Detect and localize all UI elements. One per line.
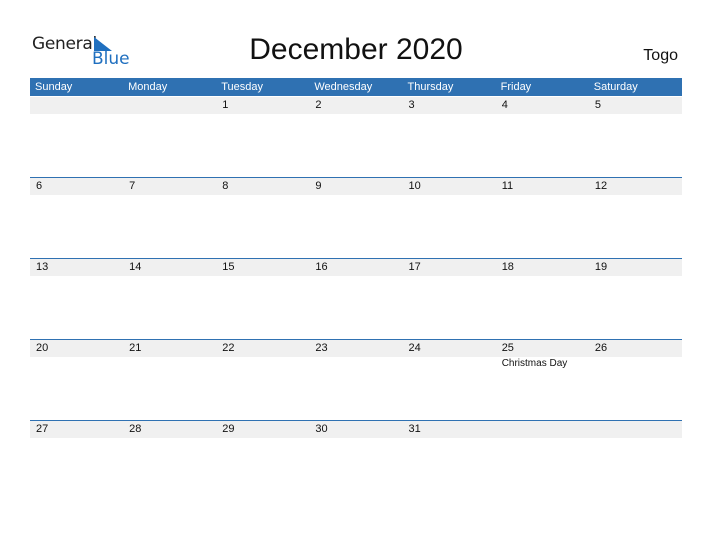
week-row: 1 2 3 4 5	[30, 97, 682, 178]
holiday-label: Christmas Day	[501, 358, 568, 369]
day-cell: 14	[123, 258, 216, 339]
day-cell: 28	[123, 420, 216, 501]
day-cell: 26	[589, 339, 682, 420]
day-number: 14	[129, 261, 142, 273]
day-cell: 27	[30, 420, 123, 501]
day-cell: 13	[30, 258, 123, 339]
day-cell: 17	[403, 258, 496, 339]
day-cell: 3	[403, 97, 496, 178]
day-number: 8	[222, 180, 229, 192]
day-number: 25	[501, 342, 514, 354]
day-cell: 25 Christmas Day	[496, 339, 589, 420]
day-cell	[123, 97, 216, 178]
day-number: 10	[408, 180, 421, 192]
weekday-tuesday: Tuesday	[221, 81, 264, 93]
day-cell: 16	[309, 258, 402, 339]
day-number: 18	[501, 261, 514, 273]
day-number: 28	[129, 423, 142, 435]
day-cell: 18	[496, 258, 589, 339]
week-row: 13 14 15 16 17 18 19	[30, 258, 682, 339]
weekday-sunday: Sunday	[35, 81, 73, 93]
day-cell: 22	[216, 339, 309, 420]
day-number: 9	[315, 180, 322, 192]
day-number: 23	[315, 342, 328, 354]
day-cell: 21	[123, 339, 216, 420]
weekday-friday: Friday	[500, 81, 532, 93]
day-number: 6	[36, 180, 43, 192]
day-number: 30	[315, 423, 328, 435]
weekday-saturday: Saturday	[593, 81, 638, 93]
day-number: 7	[129, 180, 136, 192]
day-number: 1	[222, 99, 229, 111]
weekday-header: Sunday Monday Tuesday Wednesday Thursday…	[30, 78, 682, 96]
day-number: 17	[408, 261, 421, 273]
day-number: 31	[408, 423, 421, 435]
page-title: December 2020	[249, 33, 463, 66]
day-number: 4	[501, 99, 508, 111]
day-number: 27	[36, 423, 49, 435]
week-row: 27 28 29 30 31	[30, 420, 682, 501]
day-cell	[30, 97, 123, 178]
country-label: Togo	[643, 47, 678, 64]
day-cell: 15	[216, 258, 309, 339]
day-cell: 11	[496, 177, 589, 258]
day-number: 15	[222, 261, 235, 273]
day-number: 12	[594, 180, 608, 192]
day-cell: 24	[403, 339, 496, 420]
day-cell: 8	[216, 177, 309, 258]
day-number: 19	[594, 261, 608, 273]
day-cell: 7	[123, 177, 216, 258]
day-number: 2	[315, 99, 322, 111]
day-number: 11	[501, 180, 514, 192]
day-number: 13	[36, 261, 49, 273]
week-row: 6 7 8 9 10 11 12	[30, 177, 682, 258]
day-cell: 2	[309, 97, 402, 178]
day-number: 26	[594, 342, 608, 354]
day-cell: 9	[309, 177, 402, 258]
week-row: 20 21 22 23 24 25 Christmas Day 26	[30, 339, 682, 420]
weekday-wednesday: Wednesday	[314, 81, 373, 93]
day-cell: 31	[403, 420, 496, 501]
day-cell: 4	[496, 97, 589, 178]
day-number: 16	[315, 261, 328, 273]
day-number: 22	[222, 342, 235, 354]
day-cell: 1	[216, 97, 309, 178]
day-cell: 29	[216, 420, 309, 501]
day-cell: 19	[589, 258, 682, 339]
day-number: 29	[222, 423, 235, 435]
day-number: 24	[408, 342, 421, 354]
day-number: 5	[594, 99, 601, 111]
day-cell: 20	[30, 339, 123, 420]
day-number: 21	[129, 342, 142, 354]
day-cell	[589, 420, 682, 501]
day-cell: 30	[309, 420, 402, 501]
day-cell: 10	[403, 177, 496, 258]
day-number: 3	[408, 99, 415, 111]
day-cell	[496, 420, 589, 501]
day-number: 20	[36, 342, 49, 354]
day-cell: 12	[589, 177, 682, 258]
day-cell: 23	[309, 339, 402, 420]
day-cell: 5	[589, 97, 682, 178]
weekday-monday: Monday	[128, 81, 168, 93]
weekday-thursday: Thursday	[407, 81, 454, 93]
day-cell: 6	[30, 177, 123, 258]
